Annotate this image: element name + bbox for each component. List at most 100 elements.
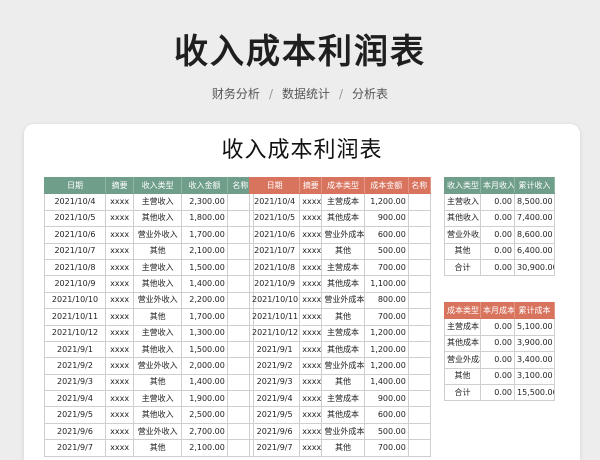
- income-table-cell[interactable]: 2021/9/5: [44, 406, 106, 424]
- income-table-cell[interactable]: 2021/9/6: [44, 422, 106, 441]
- breadcrumb-item-finance[interactable]: 财务分析: [212, 87, 260, 101]
- income-table-cell[interactable]: xxxx: [104, 357, 135, 375]
- cost-summary-cell[interactable]: 合计: [444, 383, 481, 402]
- cost-table-cell[interactable]: 600.00: [363, 226, 409, 244]
- income-table-cell[interactable]: 营业外收入: [133, 357, 183, 375]
- income-table-cell[interactable]: 2021/9/1: [44, 340, 106, 359]
- income-table-cell[interactable]: 2021/10/8: [44, 258, 106, 277]
- cost-table-cell[interactable]: xxxx: [299, 439, 323, 457]
- income-table-cell[interactable]: 2021/9/4: [44, 390, 106, 408]
- cost-table-cell[interactable]: xxxx: [299, 406, 323, 424]
- income-table-cell[interactable]: 主营收入: [133, 258, 183, 277]
- cost-summary-header-cell[interactable]: 本月成本: [480, 301, 515, 320]
- cost-table-cell[interactable]: 600.00: [363, 406, 409, 424]
- cost-table-cell[interactable]: 其他: [321, 242, 365, 260]
- income-table-cell[interactable]: xxxx: [104, 308, 135, 326]
- cost-table-cell[interactable]: 营业外成本: [321, 422, 365, 441]
- cost-table-cell[interactable]: 900.00: [363, 209, 409, 228]
- income-summary-cell[interactable]: 其他: [444, 242, 481, 260]
- income-table-cell[interactable]: 其他收入: [133, 340, 183, 359]
- income-table-cell[interactable]: xxxx: [104, 324, 135, 342]
- cost-table-cell[interactable]: 2021/10/6: [248, 226, 301, 244]
- income-table-cell[interactable]: 1,500.00: [181, 340, 228, 359]
- cost-table-cell[interactable]: [407, 242, 432, 260]
- cost-table-cell[interactable]: 700.00: [363, 258, 409, 277]
- cost-table-cell[interactable]: 其他成本: [321, 406, 365, 424]
- cost-table-cell[interactable]: 2021/9/6: [248, 422, 301, 441]
- income-summary-cell[interactable]: 合计: [444, 258, 481, 277]
- income-table-cell[interactable]: 2021/9/2: [44, 357, 106, 375]
- income-table-cell[interactable]: 其他收入: [133, 275, 183, 293]
- income-summary-cell[interactable]: 0.00: [480, 193, 515, 211]
- cost-table-cell[interactable]: xxxx: [299, 226, 323, 244]
- income-summary-cell[interactable]: 8,600.00: [514, 226, 555, 244]
- cost-table-cell[interactable]: [407, 324, 432, 342]
- income-table-cell[interactable]: 2021/9/3: [44, 373, 106, 392]
- cost-table-cell[interactable]: xxxx: [299, 193, 323, 211]
- cost-table-cell[interactable]: xxxx: [299, 324, 323, 342]
- cost-summary-cell[interactable]: 0.00: [480, 334, 515, 353]
- cost-table-cell[interactable]: 2021/10/7: [248, 242, 301, 260]
- cost-table-cell[interactable]: [407, 226, 432, 244]
- income-table-cell[interactable]: 2,700.00: [181, 422, 228, 441]
- income-table-cell[interactable]: xxxx: [104, 242, 135, 260]
- cost-table-cell[interactable]: 2021/10/5: [248, 209, 301, 228]
- cost-table-cell[interactable]: xxxx: [299, 242, 323, 260]
- cost-table-cell[interactable]: xxxx: [299, 209, 323, 228]
- income-table-cell[interactable]: 2021/10/5: [44, 209, 106, 228]
- cost-summary-cell[interactable]: 0.00: [480, 318, 515, 336]
- cost-table-cell[interactable]: 其他成本: [321, 340, 365, 359]
- income-table-cell[interactable]: 1,300.00: [181, 324, 228, 342]
- cost-summary-cell[interactable]: 3,900.00: [514, 334, 555, 353]
- cost-table-cell[interactable]: 700.00: [363, 439, 409, 457]
- cost-summary-cell[interactable]: 其他成本: [444, 334, 481, 353]
- cost-summary-cell[interactable]: 3,400.00: [514, 351, 555, 369]
- income-table-cell[interactable]: 其他: [133, 308, 183, 326]
- cost-table-cell[interactable]: 500.00: [363, 242, 409, 260]
- income-table-header-cell[interactable]: 日期: [44, 176, 106, 195]
- cost-table-cell[interactable]: xxxx: [299, 291, 323, 310]
- income-table-cell[interactable]: xxxx: [104, 193, 135, 211]
- income-summary-cell[interactable]: 0.00: [480, 242, 515, 260]
- cost-table-cell[interactable]: 1,200.00: [363, 193, 409, 211]
- income-summary-cell[interactable]: 8,500.00: [514, 193, 555, 211]
- cost-summary-cell[interactable]: 0.00: [480, 351, 515, 369]
- income-table-cell[interactable]: 营业外收入: [133, 422, 183, 441]
- income-table-cell[interactable]: 2,100.00: [181, 439, 228, 457]
- cost-table-cell[interactable]: 800.00: [363, 291, 409, 310]
- income-table-cell[interactable]: 1,500.00: [181, 258, 228, 277]
- income-summary-header-cell[interactable]: 累计收入: [514, 176, 555, 195]
- cost-table-cell[interactable]: xxxx: [299, 258, 323, 277]
- cost-table-cell[interactable]: 2021/9/3: [248, 373, 301, 392]
- cost-summary-cell[interactable]: 主营成本: [444, 318, 481, 336]
- cost-table-cell[interactable]: 2021/9/2: [248, 357, 301, 375]
- cost-summary-cell[interactable]: 5,100.00: [514, 318, 555, 336]
- cost-table-cell[interactable]: 1,200.00: [363, 357, 409, 375]
- income-summary-cell[interactable]: 主营收入: [444, 193, 481, 211]
- cost-table-header-cell[interactable]: 日期: [248, 176, 301, 195]
- income-table-cell[interactable]: xxxx: [104, 209, 135, 228]
- income-table-cell[interactable]: 2,500.00: [181, 406, 228, 424]
- income-table-cell[interactable]: 2021/10/6: [44, 226, 106, 244]
- cost-table-cell[interactable]: 1,400.00: [363, 373, 409, 392]
- cost-table-cell[interactable]: 其他: [321, 373, 365, 392]
- cost-table-cell[interactable]: [407, 275, 432, 293]
- cost-summary-header-cell[interactable]: 累计成本: [514, 301, 555, 320]
- income-table-cell[interactable]: xxxx: [104, 226, 135, 244]
- income-table-cell[interactable]: xxxx: [104, 439, 135, 457]
- cost-table-cell[interactable]: [407, 258, 432, 277]
- cost-table-cell[interactable]: 2021/10/11: [248, 308, 301, 326]
- income-summary-cell[interactable]: 7,400.00: [514, 209, 555, 228]
- income-summary-header-cell[interactable]: 收入类型: [444, 176, 481, 195]
- cost-table-cell[interactable]: [407, 390, 432, 408]
- cost-table-cell[interactable]: 主营成本: [321, 193, 365, 211]
- income-table-cell[interactable]: 营业外收入: [133, 226, 183, 244]
- income-table-cell[interactable]: xxxx: [104, 258, 135, 277]
- income-table-header-cell[interactable]: 收入类型: [133, 176, 183, 195]
- cost-table-cell[interactable]: xxxx: [299, 373, 323, 392]
- cost-table-cell[interactable]: 700.00: [363, 308, 409, 326]
- income-table-cell[interactable]: 主营收入: [133, 193, 183, 211]
- cost-table-cell[interactable]: 900.00: [363, 390, 409, 408]
- income-table-cell[interactable]: 其他: [133, 373, 183, 392]
- cost-table-cell[interactable]: [407, 357, 432, 375]
